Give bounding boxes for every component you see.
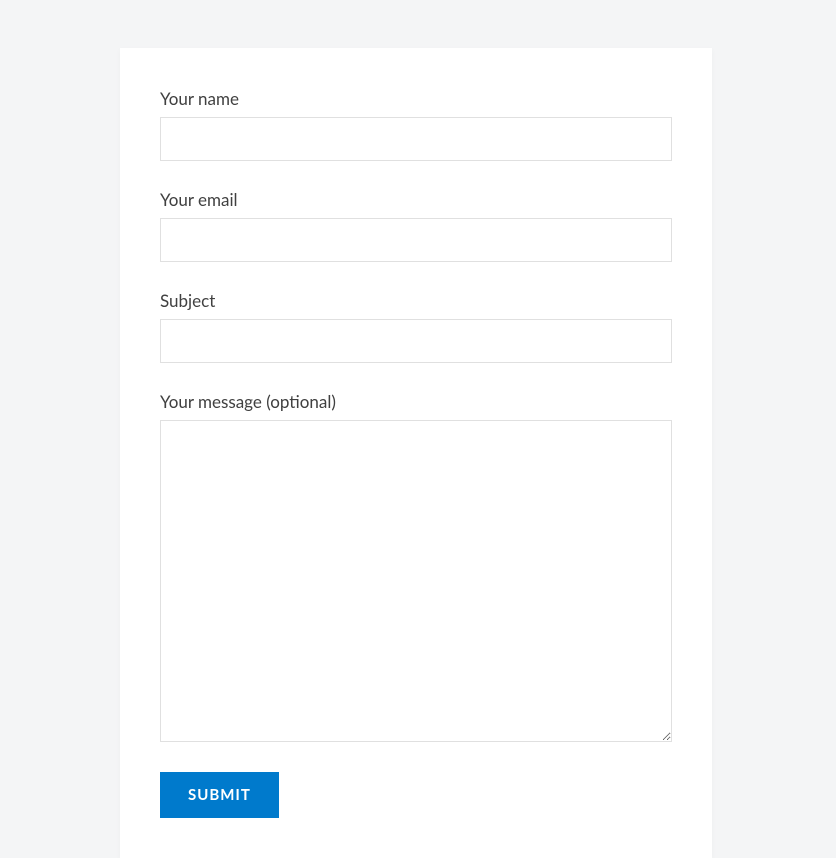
- name-field-group: Your name: [160, 88, 672, 161]
- email-field-group: Your email: [160, 189, 672, 262]
- submit-button[interactable]: Submit: [160, 772, 279, 818]
- name-label: Your name: [160, 88, 672, 109]
- message-field-group: Your message (optional): [160, 391, 672, 742]
- message-textarea[interactable]: [160, 420, 672, 742]
- contact-form-card: Your name Your email Subject Your messag…: [120, 48, 712, 858]
- email-input[interactable]: [160, 218, 672, 262]
- name-input[interactable]: [160, 117, 672, 161]
- subject-input[interactable]: [160, 319, 672, 363]
- message-label: Your message (optional): [160, 391, 672, 412]
- subject-field-group: Subject: [160, 290, 672, 363]
- contact-form: Your name Your email Subject Your messag…: [160, 88, 672, 818]
- subject-label: Subject: [160, 290, 672, 311]
- email-label: Your email: [160, 189, 672, 210]
